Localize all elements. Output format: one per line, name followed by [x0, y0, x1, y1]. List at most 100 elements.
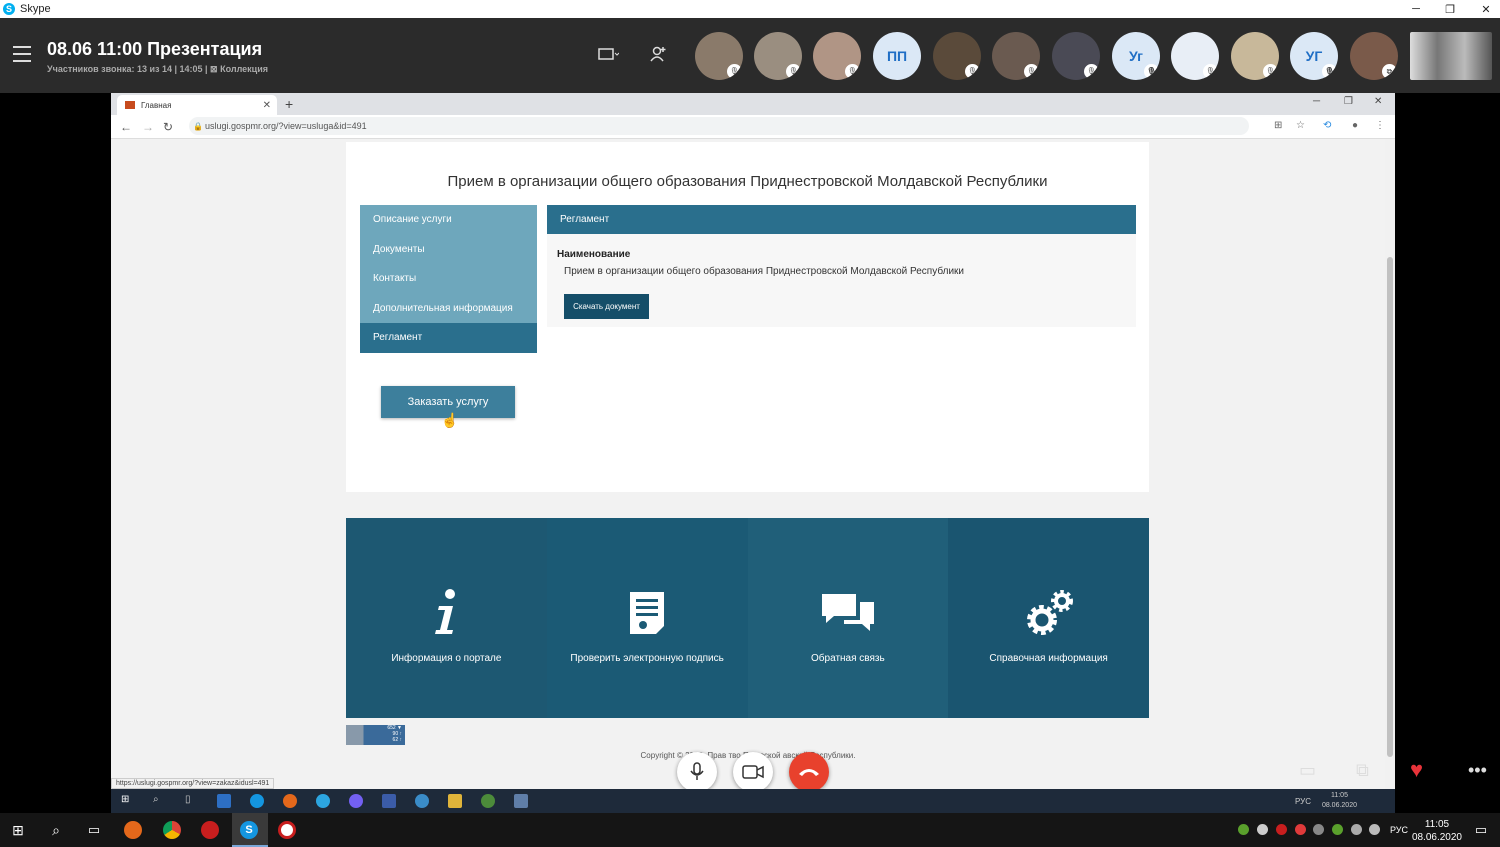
gears-icon: [1022, 587, 1076, 639]
viber-icon: [349, 794, 363, 808]
firefox-icon[interactable]: [124, 821, 142, 839]
tile-label: Информация о портале: [391, 652, 502, 664]
windows-start-icon: ⊞: [121, 794, 130, 805]
app-icon: [514, 794, 528, 808]
participant-avatar[interactable]: Уг 🎙: [1112, 32, 1160, 80]
tile-feedback[interactable]: Обратная связь: [747, 518, 949, 718]
screen-layout-icon[interactable]: [596, 42, 620, 66]
menu-item-regulation[interactable]: Регламент: [360, 323, 537, 353]
end-call-button[interactable]: [789, 752, 829, 792]
participant-avatar[interactable]: УГ 🎙: [1290, 32, 1338, 80]
participant-avatar[interactable]: 🎙: [933, 32, 981, 80]
menu-icon[interactable]: [13, 46, 31, 62]
tray-icon[interactable]: [1238, 824, 1249, 835]
translate-icon[interactable]: ⊞: [1274, 120, 1282, 131]
close-window-button[interactable]: ✕: [1468, 0, 1500, 18]
back-icon[interactable]: ←: [120, 120, 132, 134]
address-bar[interactable]: 🔒 uslugi.gospmr.org/?view=usluga&id=491: [189, 117, 1249, 135]
tray-icon[interactable]: [1276, 824, 1287, 835]
muted-mic-icon: 🎙: [1024, 64, 1039, 79]
participant-avatar[interactable]: ПП: [873, 32, 921, 80]
firefox-icon: [283, 794, 297, 808]
microphone-button[interactable]: [677, 752, 717, 792]
notification-center-icon[interactable]: ▭: [1472, 821, 1490, 839]
browser-tabbar: Главная ✕ + ─ ❐ ✕: [111, 93, 1395, 115]
scrollbar-thumb[interactable]: [1387, 257, 1393, 757]
page-scrollbar[interactable]: [1385, 139, 1395, 789]
skype-icon: [250, 794, 264, 808]
taskbar-clock[interactable]: 11:05 08.06.2020: [1412, 818, 1462, 844]
new-tab-icon[interactable]: +: [285, 96, 293, 112]
extension-icon[interactable]: ⟲: [1323, 120, 1331, 131]
windows-start-icon[interactable]: ⊞: [9, 821, 27, 839]
status-bar-url: https://uslugi.gospmr.org/?view=zakaz&id…: [111, 778, 275, 789]
skype-icon[interactable]: S: [240, 821, 258, 839]
browser-minimize-button[interactable]: ─: [1313, 96, 1320, 107]
participant-avatar[interactable]: 🎙: [992, 32, 1040, 80]
heart-reaction-icon[interactable]: ♥: [1410, 757, 1423, 783]
name-label: Наименование: [557, 249, 631, 260]
participant-video-thumbnail[interactable]: [1410, 32, 1492, 80]
muted-mic-icon: 🎙: [786, 64, 801, 79]
menu-item-contacts[interactable]: Контакты: [360, 264, 537, 294]
menu-item-description[interactable]: Описание услуги: [360, 205, 537, 235]
participant-avatar[interactable]: 🎙: [695, 32, 743, 80]
muted-mic-icon: 🎙: [845, 64, 860, 79]
footer-tiles: Информация о портале Проверить электронн…: [346, 518, 1149, 718]
participant-avatar[interactable]: 🎙: [754, 32, 802, 80]
more-options-icon[interactable]: •••: [1468, 760, 1487, 781]
restore-window-button[interactable]: ❐: [1432, 0, 1468, 18]
participant-avatar[interactable]: ⧉: [1350, 32, 1398, 80]
tile-reference-info[interactable]: Справочная информация: [948, 518, 1149, 718]
service-menu: Описание услуги Документы Контакты Допол…: [360, 205, 537, 353]
participant-avatar[interactable]: 🎙: [813, 32, 861, 80]
search-icon[interactable]: ⌕: [47, 821, 65, 839]
close-tab-icon[interactable]: ✕: [263, 100, 271, 111]
browser-restore-button[interactable]: ❐: [1344, 96, 1353, 107]
menu-item-documents[interactable]: Документы: [360, 234, 537, 264]
minimize-window-button[interactable]: ─: [1398, 0, 1434, 18]
reload-icon[interactable]: ↻: [163, 120, 173, 134]
muted-mic-icon: 🎙: [727, 64, 742, 79]
chrome-icon[interactable]: [163, 821, 181, 839]
keyboard-language[interactable]: РУС: [1390, 825, 1408, 835]
switch-view-icon[interactable]: ⧉: [1356, 760, 1369, 781]
page-title: Прием в организации общего образования П…: [447, 173, 1048, 190]
browser-tab[interactable]: Главная ✕: [117, 95, 277, 115]
tab-title: Главная: [141, 100, 172, 110]
avatar-initials: Уг: [1128, 48, 1143, 64]
call-subtitle[interactable]: Участников звонка: 13 из 14 | 14:05 | ⊠ …: [47, 64, 268, 75]
forward-icon[interactable]: →: [142, 120, 154, 134]
panel-header: Регламент: [547, 205, 1136, 234]
participant-avatar[interactable]: 🎙: [1052, 32, 1100, 80]
tray-icon[interactable]: [1257, 824, 1268, 835]
regulation-panel: Регламент Наименование Прием в организац…: [547, 205, 1136, 327]
visit-counter[interactable]: 652 ▼ 90 ↑ 62 ↑: [346, 725, 405, 745]
bookmark-star-icon[interactable]: ☆: [1296, 120, 1305, 131]
profile-icon[interactable]: ●: [1352, 120, 1358, 131]
tray-icon[interactable]: [1295, 824, 1306, 835]
add-participant-icon[interactable]: [646, 42, 670, 66]
tray-icon[interactable]: [1313, 824, 1324, 835]
url-text: uslugi.gospmr.org/?view=usluga&id=491: [205, 121, 367, 131]
participant-avatar[interactable]: 🎙: [1231, 32, 1279, 80]
browser-close-button[interactable]: ✕: [1374, 96, 1382, 107]
inner-date: 08.06.2020: [1321, 802, 1357, 809]
video-camera-button[interactable]: [733, 752, 773, 792]
volume-icon[interactable]: [1369, 824, 1380, 835]
record-app-icon[interactable]: [201, 821, 219, 839]
chat-icon[interactable]: ▭: [1299, 760, 1316, 781]
browser-menu-icon[interactable]: ⋮: [1375, 120, 1385, 131]
download-document-button[interactable]: Скачать документ: [564, 294, 649, 319]
task-view-icon[interactable]: ▭: [85, 821, 103, 839]
menu-item-additional-info[interactable]: Дополнительная информация: [360, 293, 537, 323]
tile-portal-info[interactable]: Информация о портале: [346, 518, 547, 718]
hand-cursor-icon: ☝: [441, 412, 459, 428]
participant-avatar[interactable]: 🎙: [1171, 32, 1219, 80]
info-icon: [431, 587, 461, 639]
tile-verify-signature[interactable]: Проверить электронную подпись: [546, 518, 748, 718]
skype-titlebar: S Skype ─ ❐ ✕: [0, 0, 1500, 18]
tray-icon[interactable]: [1332, 824, 1343, 835]
screen-recorder-icon[interactable]: [278, 821, 296, 839]
network-icon[interactable]: [1351, 824, 1362, 835]
